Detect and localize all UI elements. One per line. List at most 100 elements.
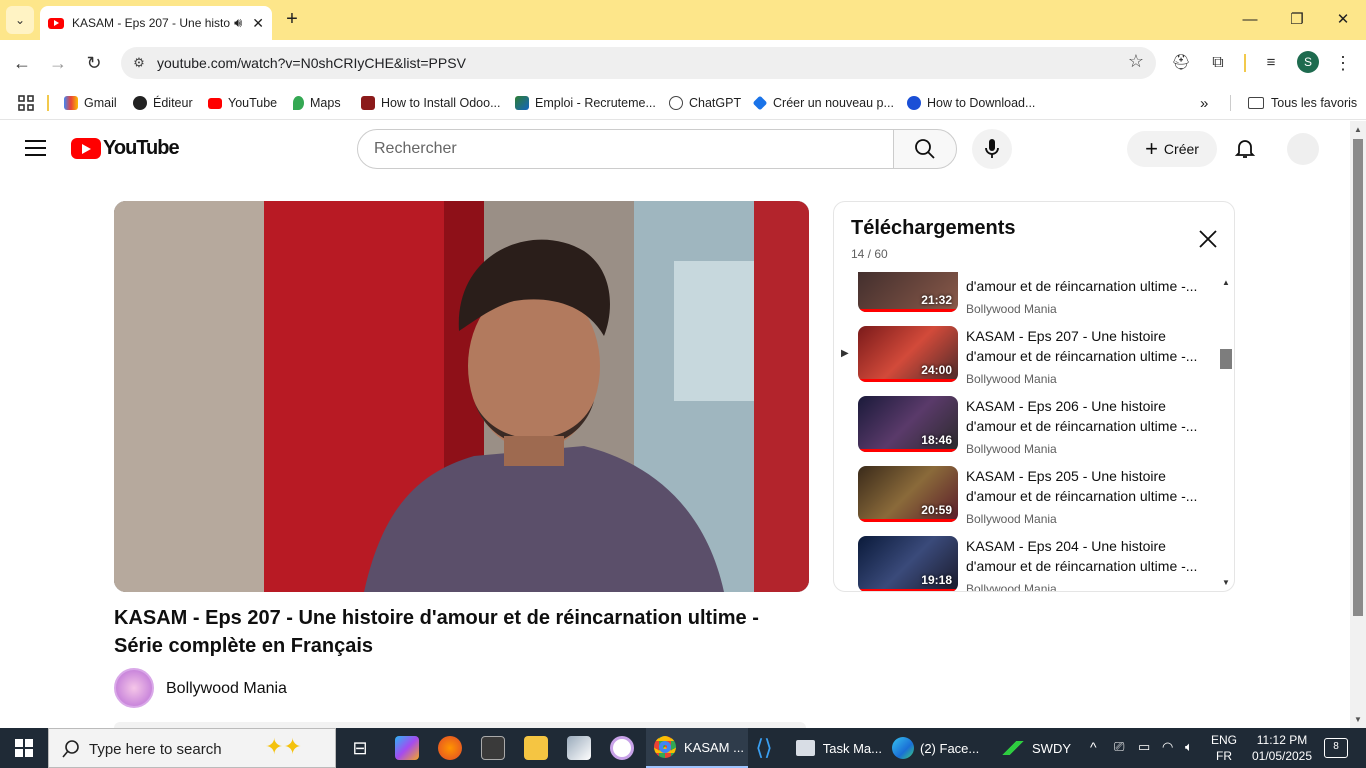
tab-search-button[interactable]: ⌄: [6, 6, 34, 34]
language-indicator[interactable]: ENG FR: [1208, 732, 1240, 764]
bookmark-editeur[interactable]: Éditeur: [133, 93, 193, 113]
voice-search-button[interactable]: [972, 129, 1012, 169]
apps-grid-icon[interactable]: [18, 93, 34, 113]
taskbar-app-chrome[interactable]: KASAM ...: [646, 728, 748, 768]
show-hidden-icons-icon[interactable]: ^: [1090, 739, 1097, 755]
extensions-icon[interactable]: ⧉: [1205, 50, 1231, 76]
item-title-line2[interactable]: d'amour et de réincarnation ultime -...: [966, 348, 1202, 364]
firefox-icon[interactable]: [438, 736, 462, 760]
list-item[interactable]: 18:46 KASAM - Eps 206 - Une histoire d'a…: [834, 396, 1219, 466]
notifications-bell-icon[interactable]: [1233, 136, 1257, 160]
clock[interactable]: 11:12 PM 01/05/2025: [1244, 732, 1320, 764]
start-button[interactable]: [0, 728, 48, 768]
address-bar[interactable]: ⚙ youtube.com/watch?v=N0shCRIyCHE&list=P…: [121, 47, 1156, 79]
all-bookmarks[interactable]: Tous les favoris: [1248, 93, 1357, 113]
media-player-icon[interactable]: [481, 736, 505, 760]
site-info-icon[interactable]: ⚙: [129, 53, 149, 73]
video-thumbnail[interactable]: 20:59: [858, 466, 958, 522]
create-button[interactable]: + Créer: [1127, 131, 1217, 167]
channel-name[interactable]: Bollywood Mania: [166, 680, 287, 698]
account-avatar[interactable]: [1287, 133, 1319, 165]
item-channel[interactable]: Bollywood Mania: [966, 442, 1057, 456]
video-thumbnail[interactable]: 24:00: [858, 326, 958, 382]
downloads-panel: Téléchargements 14 / 60 21:32 d'amour et…: [833, 201, 1235, 592]
minimize-button[interactable]: —: [1235, 8, 1265, 32]
incognito-icon[interactable]: ⛑: [1168, 50, 1194, 76]
downloads-scrollbar-thumb[interactable]: [1220, 349, 1232, 369]
item-title-line2[interactable]: d'amour et de réincarnation ultime -...: [966, 418, 1202, 434]
item-title-line1[interactable]: KASAM - Eps 207 - Une histoire: [966, 328, 1202, 344]
bookmark-star-icon[interactable]: ☆: [1128, 51, 1144, 72]
item-title-line1[interactable]: KASAM - Eps 204 - Une histoire: [966, 538, 1202, 554]
list-item[interactable]: ▶ 24:00 KASAM - Eps 207 - Une histoire d…: [834, 326, 1219, 396]
video-thumbnail[interactable]: 21:32: [858, 272, 958, 312]
scroll-up-icon[interactable]: ▲: [1222, 278, 1230, 287]
list-item[interactable]: 21:32 d'amour et de réincarnation ultime…: [834, 272, 1219, 326]
video-thumbnail[interactable]: 18:46: [858, 396, 958, 452]
page-scrollbar-thumb[interactable]: [1353, 139, 1363, 616]
item-channel[interactable]: Bollywood Mania: [966, 302, 1057, 316]
youtube-logo[interactable]: YouTube: [71, 137, 180, 160]
file-explorer-icon[interactable]: [524, 736, 548, 760]
downloads-scrollbar[interactable]: ▲ ▼: [1219, 272, 1233, 591]
more-bookmarks-icon[interactable]: »: [1200, 93, 1208, 113]
bookmark-gmail[interactable]: Gmail: [64, 93, 117, 113]
close-panel-icon[interactable]: [1196, 227, 1220, 251]
wifi-icon[interactable]: ◠: [1162, 739, 1173, 755]
forward-icon[interactable]: →: [45, 50, 71, 76]
snipping-tool-icon[interactable]: [567, 736, 591, 760]
bookmark-youtube[interactable]: YouTube: [208, 93, 277, 113]
vscode-icon[interactable]: ⟨⟩: [752, 736, 776, 760]
bookmark-chatgpt[interactable]: ChatGPT: [669, 93, 741, 113]
bookmark-maps[interactable]: Maps: [293, 93, 341, 113]
volume-icon[interactable]: 🔈︎: [1185, 739, 1193, 755]
search-input[interactable]: Rechercher: [357, 129, 894, 169]
bookmark-odoo[interactable]: How to Install Odoo...: [361, 93, 501, 113]
bookmark-creer[interactable]: Créer un nouveau p...: [752, 93, 894, 113]
video-thumbnail[interactable]: 19:18: [858, 536, 958, 591]
device-icon[interactable]: ⎚: [1114, 739, 1124, 755]
item-channel[interactable]: Bollywood Mania: [966, 512, 1057, 526]
page-scrollbar[interactable]: ▲ ▼: [1350, 121, 1366, 728]
speaker-icon[interactable]: 🔊︎: [234, 15, 242, 31]
media-controls-icon[interactable]: ≡: [1258, 50, 1284, 76]
more-menu-icon[interactable]: ⋮: [1330, 50, 1356, 76]
scroll-up-icon[interactable]: ▲: [1354, 125, 1362, 134]
list-item[interactable]: 20:59 KASAM - Eps 205 - Une histoire d'a…: [834, 466, 1219, 536]
tab-active[interactable]: KASAM - Eps 207 - Une histoire 🔊︎ ✕: [40, 6, 272, 40]
battery-icon[interactable]: ▭: [1138, 739, 1150, 755]
notification-count: 8: [1333, 741, 1339, 752]
record-app-icon[interactable]: [610, 736, 634, 760]
item-title-line2[interactable]: d'amour et de réincarnation ultime -...: [966, 488, 1202, 504]
url-text[interactable]: youtube.com/watch?v=N0shCRIyCHE&list=PPS…: [157, 55, 466, 71]
search-button[interactable]: [893, 129, 957, 169]
video-player[interactable]: [114, 201, 809, 592]
copilot-icon[interactable]: [395, 736, 419, 760]
close-window-button[interactable]: ✕: [1328, 8, 1358, 32]
back-icon[interactable]: ←: [9, 50, 35, 76]
item-title-line1[interactable]: KASAM - Eps 205 - Une histoire: [966, 468, 1202, 484]
profile-avatar[interactable]: S: [1297, 51, 1319, 73]
bookmark-emploi[interactable]: Emploi - Recruteme...: [515, 93, 656, 113]
taskbar-app-task-manager[interactable]: Task Ma...: [790, 728, 882, 768]
reload-icon[interactable]: ↻: [81, 50, 107, 76]
item-title-line1[interactable]: KASAM - Eps 206 - Une histoire: [966, 398, 1202, 414]
new-tab-button[interactable]: +: [280, 8, 304, 32]
item-channel[interactable]: Bollywood Mania: [966, 372, 1057, 386]
item-channel[interactable]: Bollywood Mania: [966, 582, 1057, 591]
channel-avatar[interactable]: [114, 668, 154, 708]
taskbar-app-swdy[interactable]: SWDY: [996, 728, 1080, 768]
close-tab-icon[interactable]: ✕: [252, 15, 264, 32]
item-title-line2[interactable]: d'amour et de réincarnation ultime -...: [966, 278, 1202, 294]
bookmark-how-to-download[interactable]: How to Download...: [907, 93, 1035, 113]
task-view-icon[interactable]: ⊟: [348, 736, 372, 760]
scroll-down-icon[interactable]: ▼: [1354, 715, 1362, 724]
taskbar-search-input[interactable]: Type here to search ✦✦: [48, 728, 336, 768]
hamburger-menu-icon[interactable]: [25, 140, 46, 156]
notification-center-icon[interactable]: 8: [1324, 738, 1348, 758]
restore-button[interactable]: ❐: [1282, 8, 1312, 32]
item-title-line2[interactable]: d'amour et de réincarnation ultime -...: [966, 558, 1202, 574]
scroll-down-icon[interactable]: ▼: [1222, 578, 1230, 587]
list-item[interactable]: 19:18 KASAM - Eps 204 - Une histoire d'a…: [834, 536, 1219, 591]
taskbar-app-edge[interactable]: (2) Face...: [886, 728, 982, 768]
